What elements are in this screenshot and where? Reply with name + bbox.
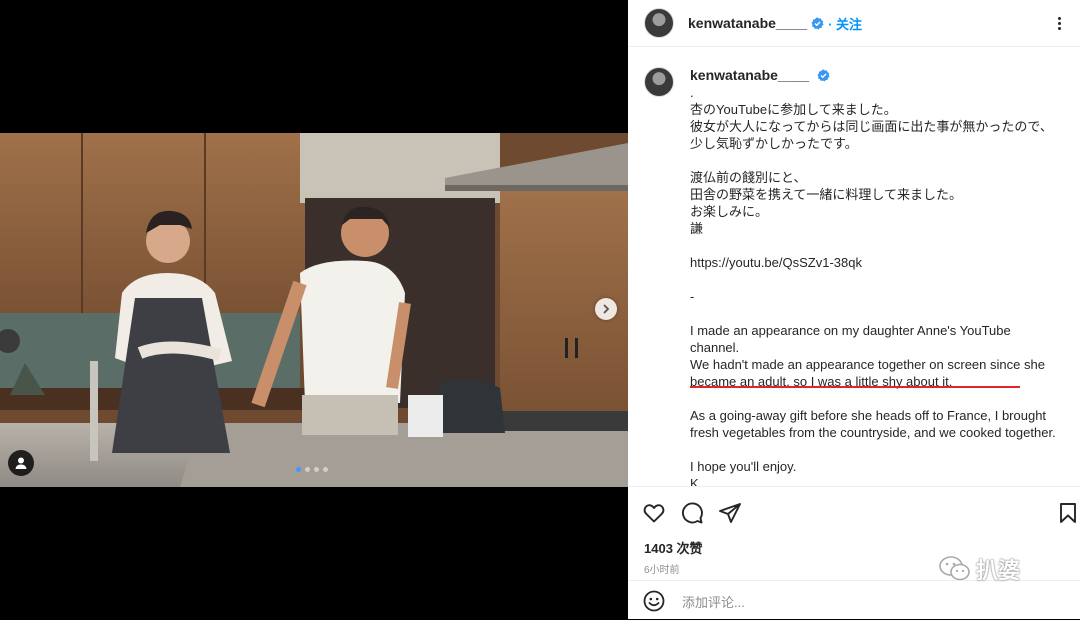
header-username[interactable]: kenwatanabe____: [688, 15, 807, 31]
caption-area: kenwatanabe____ . 杏のYouTubeに参加して来ました。 彼女…: [628, 64, 1080, 486]
watermark: 扒婆: [938, 553, 1020, 585]
share-icon[interactable]: [718, 501, 742, 525]
annotation-underline: [690, 386, 1020, 388]
carousel-dot: [323, 467, 328, 472]
caption-username-row: kenwatanabe____: [690, 67, 1062, 84]
chevron-right-icon: [603, 304, 610, 314]
more-options-button[interactable]: [1050, 14, 1068, 32]
verified-badge-icon: [811, 16, 824, 30]
comment-input[interactable]: [680, 589, 1064, 615]
follow-button[interactable]: · 关注: [828, 14, 862, 33]
verified-badge-icon: [817, 69, 830, 82]
user-tags-button[interactable]: [8, 450, 34, 476]
carousel-dot: [296, 467, 301, 472]
post-photo: [0, 133, 628, 487]
comment-bar: [628, 580, 1080, 620]
heart-icon[interactable]: [642, 501, 666, 525]
emoji-icon[interactable]: [642, 589, 666, 613]
avatar[interactable]: [644, 8, 674, 38]
caption-avatar[interactable]: [644, 67, 674, 97]
follow-label: 关注: [836, 16, 863, 32]
action-bar: [628, 486, 1080, 539]
caption-text: . 杏のYouTubeに参加して来ました。 彼女が大人になってからは同じ画面に出…: [690, 85, 1056, 486]
next-slide-button[interactable]: [595, 298, 617, 320]
post-timestamp[interactable]: 6小时前: [644, 561, 680, 576]
comment-icon[interactable]: [680, 501, 704, 525]
carousel-dot: [305, 467, 310, 472]
carousel-indicator: [296, 467, 328, 472]
wechat-icon: [939, 556, 970, 581]
post-header: kenwatanabe____ · 关注: [628, 0, 1080, 47]
caption-username[interactable]: kenwatanabe____: [690, 67, 809, 83]
caption: kenwatanabe____ . 杏のYouTubeに参加して来ました。 彼女…: [690, 67, 1062, 486]
user-tag-icon: [15, 457, 27, 469]
post-media: [0, 0, 628, 619]
watermark-text: 扒婆: [976, 559, 1021, 584]
more-options-icon: [1057, 16, 1061, 30]
bookmark-icon[interactable]: [1056, 501, 1080, 525]
carousel-dot: [314, 467, 319, 472]
likes-count[interactable]: 1403 次赞: [644, 538, 703, 557]
post-details-panel: kenwatanabe____ · 关注 kenwatanabe____ . 杏…: [628, 0, 1080, 619]
